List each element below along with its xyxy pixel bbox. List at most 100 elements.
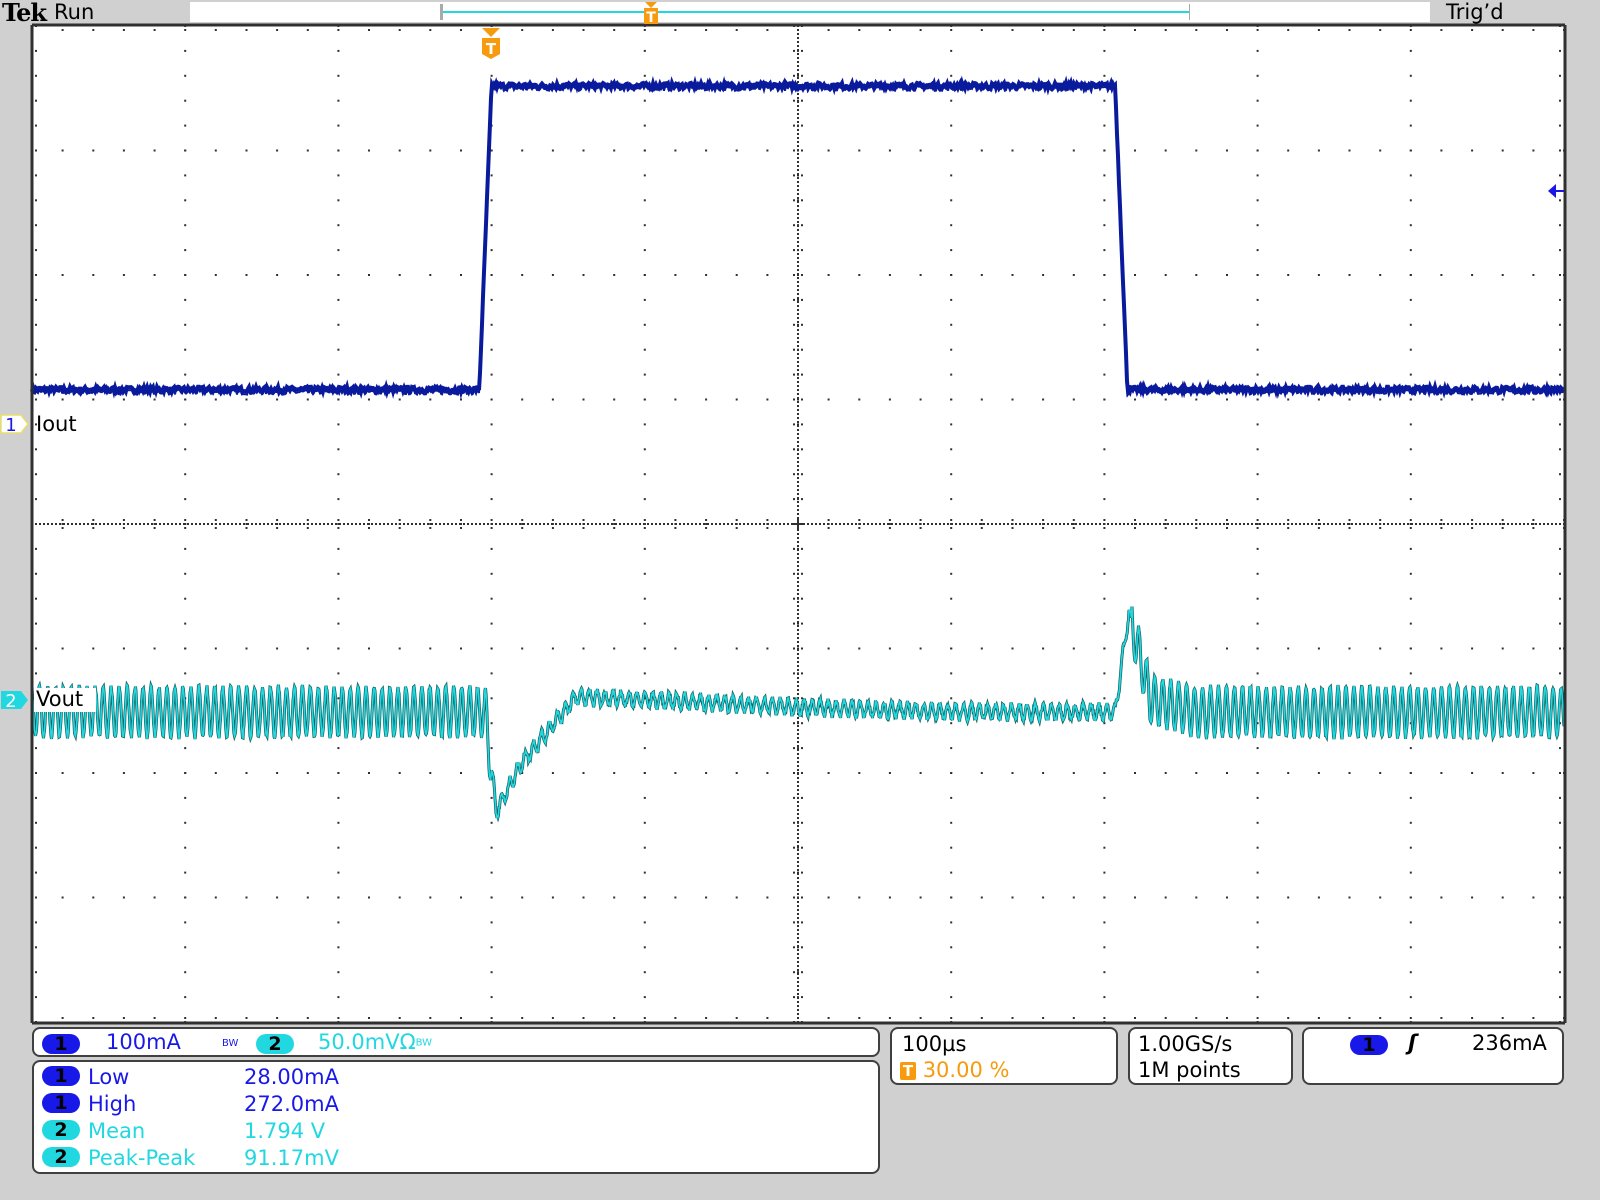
edge-tick bbox=[551, 29, 554, 31]
grid-dot bbox=[950, 647, 953, 650]
edge-tick bbox=[1559, 772, 1561, 774]
grid-dot bbox=[643, 597, 646, 600]
grid-dot bbox=[735, 772, 738, 774]
center-tick bbox=[674, 519, 677, 521]
center-axis-dot bbox=[797, 281, 799, 283]
grid-dot bbox=[337, 224, 340, 227]
grid-dot bbox=[368, 647, 370, 650]
center-axis-dot bbox=[991, 523, 993, 525]
grid-dot bbox=[1409, 871, 1412, 874]
center-axis-dot bbox=[859, 523, 861, 525]
grid-dot bbox=[1256, 473, 1259, 476]
grid-dot bbox=[153, 647, 156, 650]
center-axis-dot bbox=[867, 523, 869, 525]
center-axis-dot bbox=[797, 377, 799, 379]
grid-dot bbox=[643, 971, 646, 974]
measurement-channel-badge: 2 bbox=[42, 1146, 80, 1167]
center-axis-dot bbox=[1455, 523, 1457, 525]
center-tick bbox=[766, 527, 769, 529]
edge-tick bbox=[245, 1017, 248, 1019]
center-axis-dot bbox=[383, 523, 385, 525]
grid-dot bbox=[919, 398, 922, 401]
measurement-row[interactable]: 1 Low 28.00mA bbox=[42, 1065, 339, 1091]
grid-dot bbox=[1103, 871, 1106, 874]
edge-tick bbox=[950, 29, 953, 31]
grid-dot bbox=[1256, 124, 1259, 127]
center-axis-dot bbox=[797, 293, 799, 295]
center-tick bbox=[1011, 527, 1014, 529]
grid-dot bbox=[1042, 772, 1045, 774]
grid-dot bbox=[1256, 498, 1259, 501]
edge-tick bbox=[888, 29, 891, 31]
grid-dot bbox=[184, 921, 187, 924]
center-axis-dot bbox=[687, 523, 689, 525]
edge-tick bbox=[276, 29, 279, 31]
trigger-position-marker-record[interactable]: T bbox=[644, 2, 658, 26]
grid-dot bbox=[337, 473, 340, 476]
center-tick bbox=[1072, 527, 1075, 529]
center-axis-dot bbox=[797, 677, 799, 679]
center-axis-dot bbox=[797, 49, 799, 51]
center-axis-dot bbox=[797, 213, 799, 215]
center-axis-dot bbox=[1099, 523, 1101, 525]
center-axis-dot bbox=[1183, 523, 1185, 525]
grid-dot bbox=[1103, 448, 1106, 451]
center-axis-dot bbox=[797, 829, 799, 831]
grid-dot bbox=[490, 722, 493, 725]
grid-dot bbox=[184, 448, 187, 451]
center-tick bbox=[1195, 519, 1198, 521]
grid-dot bbox=[1409, 796, 1412, 799]
center-tick bbox=[1072, 519, 1075, 521]
center-tick bbox=[793, 722, 795, 725]
center-axis-dot bbox=[797, 429, 799, 431]
center-axis-dot bbox=[63, 523, 65, 525]
center-axis-dot bbox=[797, 441, 799, 443]
center-axis-dot bbox=[727, 523, 729, 525]
center-axis-dot bbox=[797, 165, 799, 167]
trigger-panel[interactable]: 1 ʃ 236mA bbox=[1302, 1027, 1564, 1085]
edge-tick bbox=[674, 29, 677, 31]
center-axis-dot bbox=[1215, 523, 1217, 525]
edge-tick bbox=[35, 921, 37, 924]
grid-dot bbox=[643, 946, 646, 949]
center-axis-dot bbox=[751, 523, 753, 525]
grid-dot bbox=[919, 149, 922, 152]
center-axis-dot bbox=[797, 497, 799, 499]
center-axis-dot bbox=[1415, 523, 1417, 525]
center-axis-dot bbox=[1411, 523, 1413, 525]
edge-tick bbox=[490, 1017, 493, 1019]
measurement-row[interactable]: 2 Peak-Peak 91.17mV bbox=[42, 1146, 339, 1172]
ch2-ground-marker[interactable]: 2 bbox=[1, 691, 28, 712]
grid-dot bbox=[1532, 149, 1535, 152]
grid-dot bbox=[429, 398, 432, 401]
grid-dot bbox=[950, 821, 953, 824]
center-axis-dot bbox=[797, 353, 799, 355]
center-axis-dot bbox=[1555, 523, 1557, 525]
timebase-panel[interactable]: 100µs T 30.00 % bbox=[890, 1027, 1118, 1085]
center-axis-dot bbox=[1511, 523, 1513, 525]
grid-dot bbox=[1256, 199, 1259, 202]
center-tick bbox=[1348, 519, 1351, 521]
ch1-badge[interactable]: 1 bbox=[42, 1034, 80, 1054]
grid-dot bbox=[521, 647, 524, 650]
acquisition-panel[interactable]: 1.00GS/s 1M points bbox=[1128, 1027, 1293, 1085]
measurement-row[interactable]: 2 Mean 1.794 V bbox=[42, 1119, 325, 1145]
measurement-row[interactable]: 1 High 272.0mA bbox=[42, 1092, 339, 1118]
grid-dot bbox=[643, 647, 646, 650]
center-axis-dot bbox=[797, 989, 799, 991]
grid-dot bbox=[888, 398, 891, 401]
grid-dot bbox=[827, 398, 830, 401]
center-axis-dot bbox=[797, 789, 799, 791]
center-axis-dot bbox=[855, 523, 857, 525]
grid-dot bbox=[1532, 398, 1535, 401]
grid-dot bbox=[490, 996, 493, 999]
measurement-value: 1.794 V bbox=[244, 1119, 326, 1143]
center-axis-dot bbox=[797, 933, 799, 935]
ch2-badge[interactable]: 2 bbox=[256, 1034, 294, 1054]
center-tick bbox=[801, 722, 803, 725]
grid-dot bbox=[950, 249, 953, 252]
ch1-ground-marker[interactable]: 1 bbox=[0, 414, 29, 436]
channel-scale-panel[interactable]: 1 100mA BW 2 50.0mVΩBW bbox=[32, 1027, 880, 1057]
grid-dot bbox=[766, 398, 769, 401]
grid-dot bbox=[214, 274, 217, 276]
